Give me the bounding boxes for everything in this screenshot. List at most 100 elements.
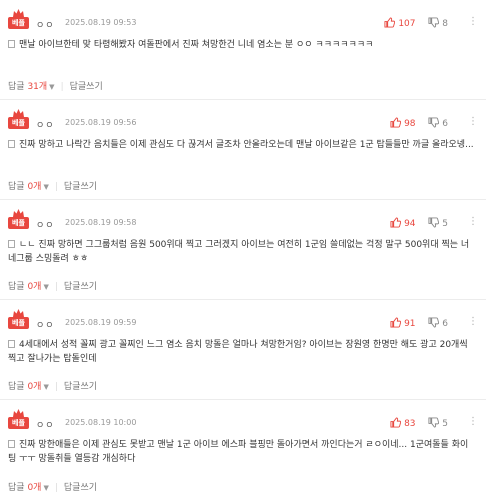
vote-group: 91 6 <box>390 317 448 329</box>
vote-group: 83 5 <box>390 417 448 429</box>
crown-best-icon <box>13 109 24 117</box>
author-nickname[interactable]: ㅇㅇ <box>36 318 55 331</box>
thumbs-down-icon <box>428 317 440 328</box>
downvote-count: 5 <box>442 219 448 229</box>
document-icon <box>8 340 15 348</box>
author-nickname[interactable]: ㅇㅇ <box>36 118 55 131</box>
vote-group: 94 5 <box>390 217 448 229</box>
thumbs-down-icon <box>428 17 440 28</box>
comment-footer: 답글 0개 ▼ | 답글쓰기 <box>8 480 97 493</box>
caret-down-icon: ▼ <box>43 484 49 492</box>
divider: | <box>54 182 58 192</box>
upvote-button[interactable]: 91 <box>390 317 416 329</box>
comment-date: 2025.08.19 09:58 <box>65 218 137 227</box>
upvote-count: 91 <box>404 319 416 329</box>
write-reply-button[interactable]: 답글쓰기 <box>64 182 97 192</box>
reply-toggle[interactable]: 답글 0개 ▼ <box>8 483 49 493</box>
thumbs-up-icon <box>390 217 402 228</box>
upvote-count: 94 <box>404 219 416 229</box>
comment-footer: 답글 0개 ▼ | 답글쓰기 <box>8 279 97 292</box>
caret-down-icon: ▼ <box>49 83 55 91</box>
comment-text: 진짜 망하고 나락간 음치들은 이제 관심도 다 끊겨서 글조차 안올라오는데 … <box>19 140 474 150</box>
upvote-button[interactable]: 98 <box>390 117 416 129</box>
comment-item: 베플 ㅇㅇ 2025.08.19 10:00 83 5 ⋮ 진짜 망한애들은 이… <box>0 400 486 500</box>
downvote-count: 5 <box>442 419 448 429</box>
upvote-count: 107 <box>398 19 416 29</box>
write-reply-button[interactable]: 답글쓰기 <box>70 82 103 92</box>
crown-best-icon <box>13 309 24 317</box>
write-reply-button[interactable]: 답글쓰기 <box>64 483 97 493</box>
reply-toggle[interactable]: 답글 0개 ▼ <box>8 282 49 292</box>
comment-footer: 답글 0개 ▼ | 답글쓰기 <box>8 179 97 192</box>
comment-body: 진짜 망한애들은 이제 관심도 못받고 맨날 1군 아이브 에스파 블핑만 돌아… <box>8 438 476 466</box>
best-badge-label: 베플 <box>8 17 29 29</box>
comment-body: 진짜 망하고 나락간 음치들은 이제 관심도 다 끊겨서 글조차 안올라오는데 … <box>8 138 476 152</box>
document-icon <box>8 140 15 148</box>
best-badge: 베플 <box>8 9 29 31</box>
write-reply-button[interactable]: 답글쓰기 <box>64 382 97 392</box>
comment-text: 4세대에서 성적 꼴찌 광고 꼴찌인 느그 염소 음치 망돌은 얼마나 쳐망한거… <box>8 340 468 364</box>
reply-label: 답글 <box>8 282 25 292</box>
author-nickname[interactable]: ㅇㅇ <box>36 218 55 231</box>
thumbs-up-icon <box>390 117 402 128</box>
upvote-button[interactable]: 94 <box>390 217 416 229</box>
document-icon <box>8 40 15 48</box>
comment-text: ㄴㄴ 진짜 망하면 그그룹처럼 음원 500위대 찍고 그러겠지 아이브는 여전… <box>8 240 470 264</box>
downvote-button[interactable]: 6 <box>428 117 448 129</box>
comment-header: 베플 ㅇㅇ 2025.08.19 09:53 107 8 ⋮ <box>8 9 478 31</box>
reply-count: 0개 <box>27 182 42 192</box>
downvote-button[interactable]: 8 <box>428 17 448 29</box>
best-badge-label: 베플 <box>8 417 29 429</box>
comment-body: 맨날 아이브한테 맞 타령해봤자 여돌판에서 진짜 쳐망한건 니네 염소는 분 … <box>8 38 476 52</box>
caret-down-icon: ▼ <box>43 283 49 291</box>
vote-group: 98 6 <box>390 117 448 129</box>
downvote-button[interactable]: 5 <box>428 417 448 429</box>
comment-list: 베플 ㅇㅇ 2025.08.19 09:53 107 8 ⋮ 맨날 아이브한테 … <box>0 0 486 500</box>
thumbs-up-icon <box>384 17 396 28</box>
author-nickname[interactable]: ㅇㅇ <box>36 18 55 31</box>
divider: | <box>60 82 64 92</box>
reply-count: 0개 <box>27 282 42 292</box>
reply-label: 답글 <box>8 182 25 192</box>
best-badge: 베플 <box>8 109 29 131</box>
comment-date: 2025.08.19 09:53 <box>65 18 137 27</box>
reply-count: 0개 <box>27 483 42 493</box>
downvote-button[interactable]: 6 <box>428 317 448 329</box>
divider: | <box>54 483 58 493</box>
thumbs-down-icon <box>428 117 440 128</box>
reply-label: 답글 <box>8 82 25 92</box>
comment-header: 베플 ㅇㅇ 2025.08.19 09:58 94 5 ⋮ <box>8 209 478 231</box>
comment-date: 2025.08.19 09:59 <box>65 318 137 327</box>
write-reply-button[interactable]: 답글쓰기 <box>64 282 97 292</box>
more-vertical-icon[interactable]: ⋮ <box>468 16 478 27</box>
more-vertical-icon[interactable]: ⋮ <box>468 116 478 127</box>
author-nickname[interactable]: ㅇㅇ <box>36 418 55 431</box>
comment-item: 베플 ㅇㅇ 2025.08.19 09:56 98 6 ⋮ 진짜 망하고 나락간… <box>0 100 486 200</box>
crown-best-icon <box>13 9 24 17</box>
more-vertical-icon[interactable]: ⋮ <box>468 416 478 427</box>
caret-down-icon: ▼ <box>43 383 49 391</box>
divider: | <box>54 382 58 392</box>
reply-toggle[interactable]: 답글 0개 ▼ <box>8 382 49 392</box>
best-badge-label: 베플 <box>8 217 29 229</box>
more-vertical-icon[interactable]: ⋮ <box>468 316 478 327</box>
comment-footer: 답글 31개 ▼ | 답글쓰기 <box>8 79 103 92</box>
more-vertical-icon[interactable]: ⋮ <box>468 216 478 227</box>
reply-toggle[interactable]: 답글 31개 ▼ <box>8 82 55 92</box>
comment-date: 2025.08.19 09:56 <box>65 118 137 127</box>
comment-date: 2025.08.19 10:00 <box>65 418 137 427</box>
comment-header: 베플 ㅇㅇ 2025.08.19 09:59 91 6 ⋮ <box>8 309 478 331</box>
upvote-button[interactable]: 83 <box>390 417 416 429</box>
downvote-button[interactable]: 5 <box>428 217 448 229</box>
reply-toggle[interactable]: 답글 0개 ▼ <box>8 182 49 192</box>
upvote-button[interactable]: 107 <box>384 17 416 29</box>
reply-label: 답글 <box>8 483 25 493</box>
crown-best-icon <box>13 409 24 417</box>
downvote-count: 6 <box>442 119 448 129</box>
vote-group: 107 8 <box>384 17 448 29</box>
comment-item: 베플 ㅇㅇ 2025.08.19 09:59 91 6 ⋮ 4세대에서 성적 꼴… <box>0 300 486 400</box>
comment-body: ㄴㄴ 진짜 망하면 그그룹처럼 음원 500위대 찍고 그러겠지 아이브는 여전… <box>8 238 476 266</box>
thumbs-down-icon <box>428 417 440 428</box>
best-badge: 베플 <box>8 409 29 431</box>
comment-text: 진짜 망한애들은 이제 관심도 못받고 맨날 1군 아이브 에스파 블핑만 돌아… <box>8 440 469 464</box>
